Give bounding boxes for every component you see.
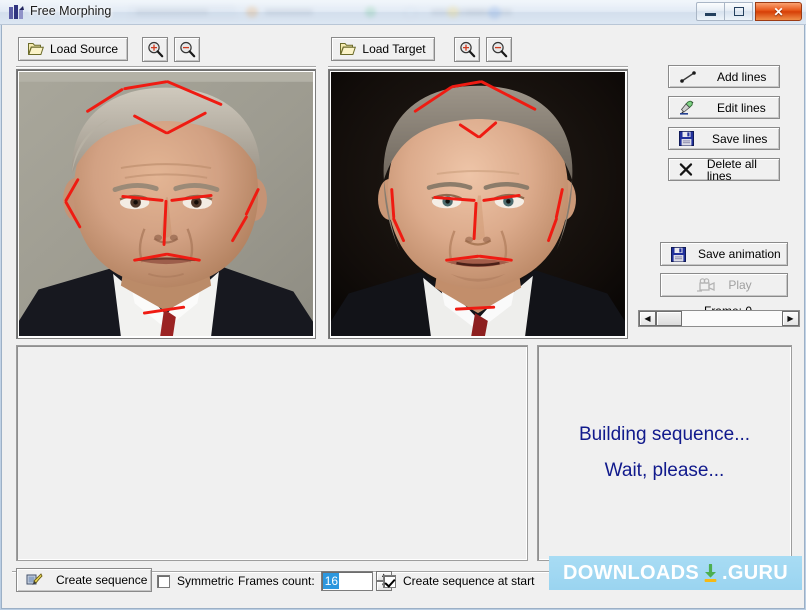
edit-lines-button[interactable]: Edit lines (668, 96, 780, 119)
tools-panel: Add lines Edit lines Save lines Delete a… (654, 65, 802, 322)
window-controls: ✕ (696, 2, 802, 21)
frame-scrollbar[interactable]: ◀ ▶ (638, 310, 800, 327)
create-sequence-at-start-label: Create sequence at start (403, 574, 535, 588)
status-line-1: Building sequence... (578, 424, 751, 445)
delete-all-lines-label: Delete all lines (706, 156, 757, 183)
download-arrow-icon (704, 563, 717, 582)
zoom-out-icon (491, 41, 507, 58)
play-camera-icon (697, 277, 715, 292)
downloads-guru-watermark: DOWNLOADS .GURU (549, 556, 802, 590)
target-image-frame[interactable] (328, 69, 628, 339)
symmetric-checkbox-row[interactable]: Symmetric (157, 574, 234, 588)
play-button[interactable]: Play (660, 273, 788, 297)
floppy-disk-save-icon (671, 246, 686, 262)
source-zoom-in-button[interactable] (142, 37, 168, 62)
source-image-frame[interactable] (16, 69, 316, 339)
symmetric-checkbox[interactable] (157, 574, 170, 588)
target-zoom-in-button[interactable] (454, 37, 480, 62)
load-source-button[interactable]: Load Source (18, 37, 128, 61)
save-animation-label: Save animation (698, 247, 781, 261)
scrollbar-thumb[interactable] (656, 311, 682, 326)
client-area: Load Source Load Target Add lines Edit l… (1, 25, 805, 609)
free-morphing-window: Free Morphing ✕ Load Source Load Target … (0, 0, 806, 610)
folder-icon (340, 43, 357, 55)
title-bar[interactable]: Free Morphing ✕ (0, 0, 806, 25)
scroll-left-arrow[interactable]: ◀ (639, 311, 656, 326)
frames-count-label: Frames count: (238, 574, 315, 588)
zoom-in-icon (459, 41, 475, 58)
add-lines-icon (680, 70, 696, 83)
edit-lines-pencil-icon (680, 100, 694, 115)
save-animation-button[interactable]: Save animation (660, 242, 788, 266)
load-target-button[interactable]: Load Target (331, 37, 435, 61)
app-icon (9, 5, 24, 19)
create-sequence-icon (26, 573, 43, 585)
create-sequence-label: Create sequence (56, 573, 148, 587)
close-icon: ✕ (773, 4, 784, 19)
watermark-text-right: .GURU (722, 561, 788, 584)
frames-count-stepper[interactable]: 16 ▲ ▼ (320, 571, 392, 591)
status-panel: Building sequence... Wait, please... (537, 345, 792, 561)
create-sequence-at-start-checkbox[interactable] (383, 574, 396, 588)
play-label: Play (728, 278, 752, 292)
create-at-start-checkbox-row[interactable]: Create sequence at start (383, 574, 534, 588)
zoom-in-icon (147, 41, 163, 58)
maximize-icon (733, 7, 744, 16)
frames-count-row[interactable]: Frames count: 16 ▲ ▼ (238, 571, 392, 591)
save-lines-button[interactable]: Save lines (668, 127, 780, 150)
add-lines-button[interactable]: Add lines (668, 65, 780, 88)
create-sequence-button[interactable]: Create sequence (16, 568, 152, 592)
floppy-disk-save-icon (679, 131, 694, 146)
window-title: Free Morphing (30, 4, 112, 18)
zoom-out-icon (179, 41, 195, 58)
close-button[interactable]: ✕ (755, 2, 802, 21)
target-toolbar-divider (328, 66, 628, 68)
scrollbar-track[interactable] (656, 311, 782, 326)
sequence-preview-panel[interactable] (16, 345, 528, 561)
target-morph-lines[interactable] (331, 72, 625, 336)
minimize-icon (705, 13, 716, 16)
status-line-2: Wait, please... (604, 460, 725, 481)
load-source-label: Load Source (49, 42, 119, 56)
maximize-button[interactable] (724, 2, 753, 21)
scroll-right-arrow[interactable]: ▶ (782, 311, 799, 326)
delete-all-lines-button[interactable]: Delete all lines (668, 156, 780, 183)
save-lines-label: Save lines (712, 131, 768, 146)
folder-icon (27, 43, 44, 55)
frames-count-input[interactable]: 16 (320, 571, 373, 591)
target-zoom-out-button[interactable] (486, 37, 512, 62)
minimize-button[interactable] (696, 2, 725, 21)
source-toolbar-divider (16, 66, 316, 68)
watermark-text-left: DOWNLOADS (563, 561, 700, 584)
close-x-icon (679, 163, 693, 176)
add-lines-label: Add lines (717, 69, 767, 84)
load-target-label: Load Target (362, 42, 426, 56)
edit-lines-label: Edit lines (717, 100, 766, 115)
frames-count-value: 16 (322, 573, 340, 589)
source-morph-lines[interactable] (19, 72, 313, 336)
symmetric-label: Symmetric (177, 574, 234, 588)
source-zoom-out-button[interactable] (174, 37, 200, 62)
